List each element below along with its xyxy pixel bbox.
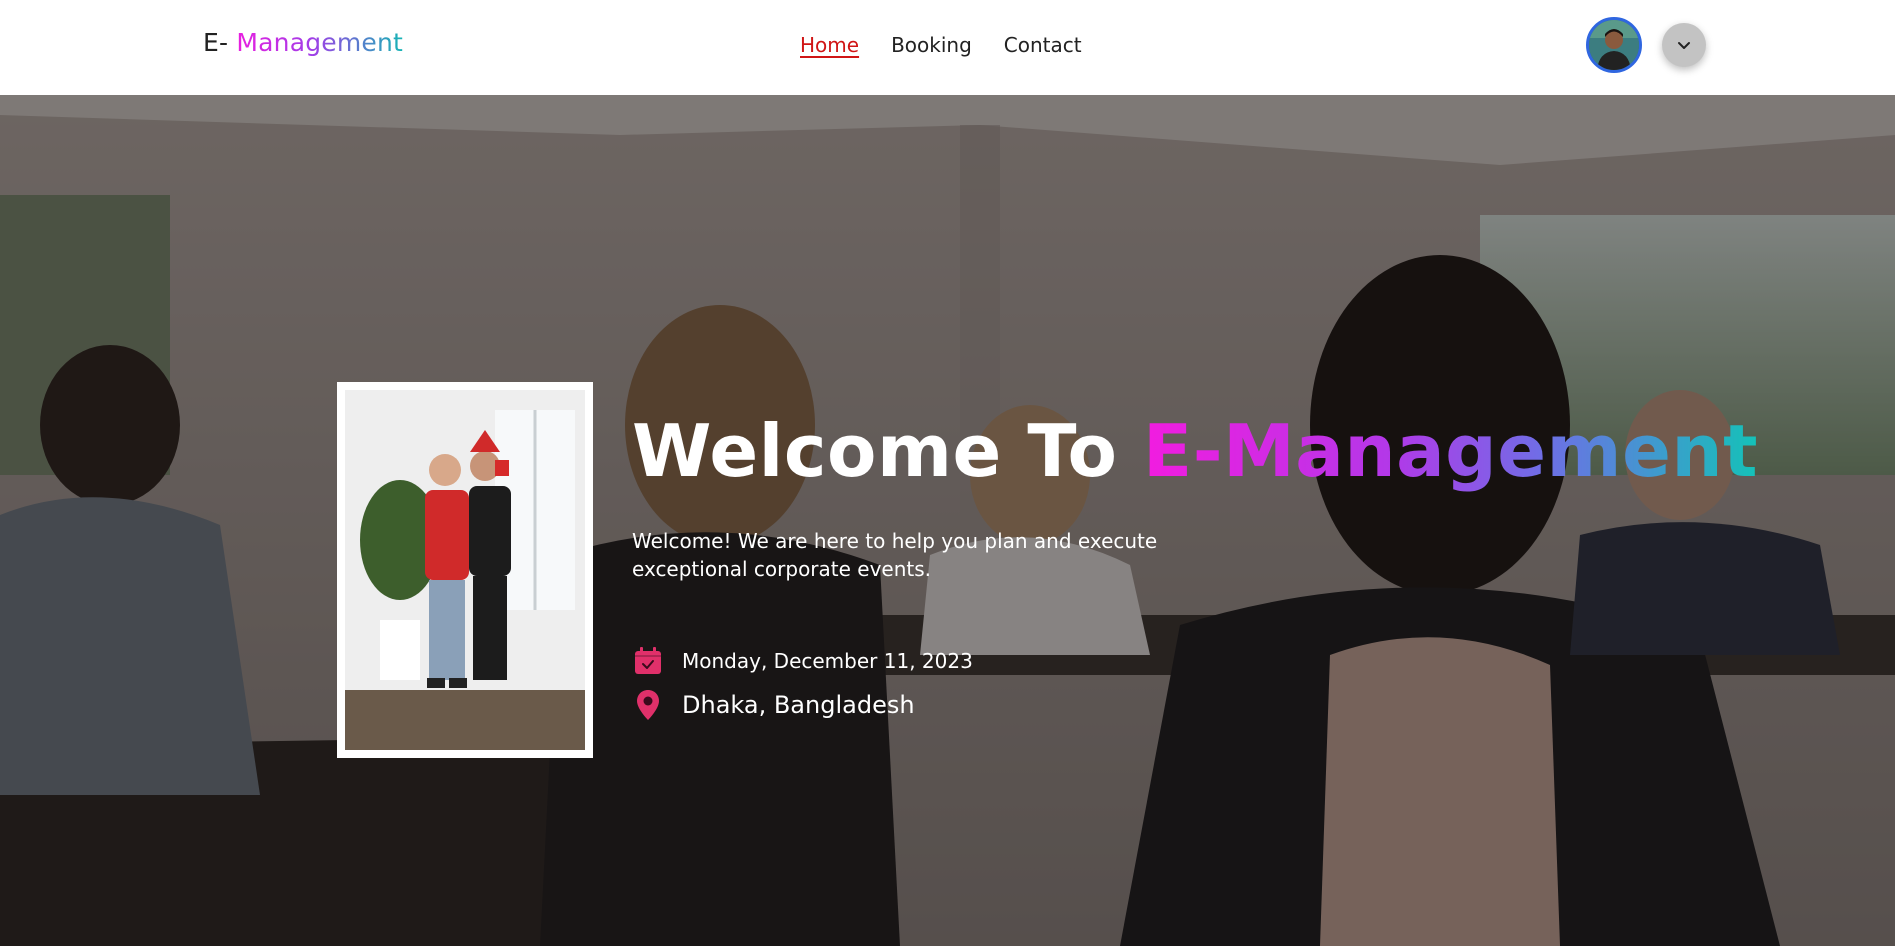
logo-prefix: E- bbox=[203, 28, 229, 57]
hero-overlay bbox=[0, 95, 1895, 946]
profile-dropdown-button[interactable] bbox=[1662, 23, 1706, 67]
main-nav: Home Booking Contact bbox=[800, 33, 1082, 57]
event-location: Dhaka, Bangladesh bbox=[682, 691, 915, 719]
nav-link-booking[interactable]: Booking bbox=[891, 33, 972, 57]
hero-title-prefix: Welcome To bbox=[632, 409, 1118, 493]
event-date: Monday, December 11, 2023 bbox=[682, 649, 973, 673]
hero-title-highlight: E-Management bbox=[1143, 409, 1759, 493]
logo-name: Management bbox=[236, 28, 404, 57]
hero-section: Welcome To E-Management Welcome! We are … bbox=[0, 95, 1895, 946]
navbar: E- Management Home Booking Contact bbox=[0, 0, 1895, 95]
nav-link-home[interactable]: Home bbox=[800, 33, 859, 57]
event-photo bbox=[337, 382, 593, 758]
hero-title: Welcome To E-Management bbox=[632, 409, 1758, 493]
event-location-row: Dhaka, Bangladesh bbox=[632, 689, 915, 721]
map-pin-icon bbox=[632, 689, 664, 721]
event-date-row: Monday, December 11, 2023 bbox=[632, 645, 973, 677]
user-avatar[interactable] bbox=[1586, 17, 1642, 73]
brand-logo[interactable]: E- Management bbox=[203, 28, 403, 57]
calendar-check-icon bbox=[632, 645, 664, 677]
chevron-down-icon bbox=[1678, 42, 1690, 49]
hero-subtitle: Welcome! We are here to help you plan an… bbox=[632, 529, 1158, 581]
nav-link-contact[interactable]: Contact bbox=[1004, 33, 1082, 57]
